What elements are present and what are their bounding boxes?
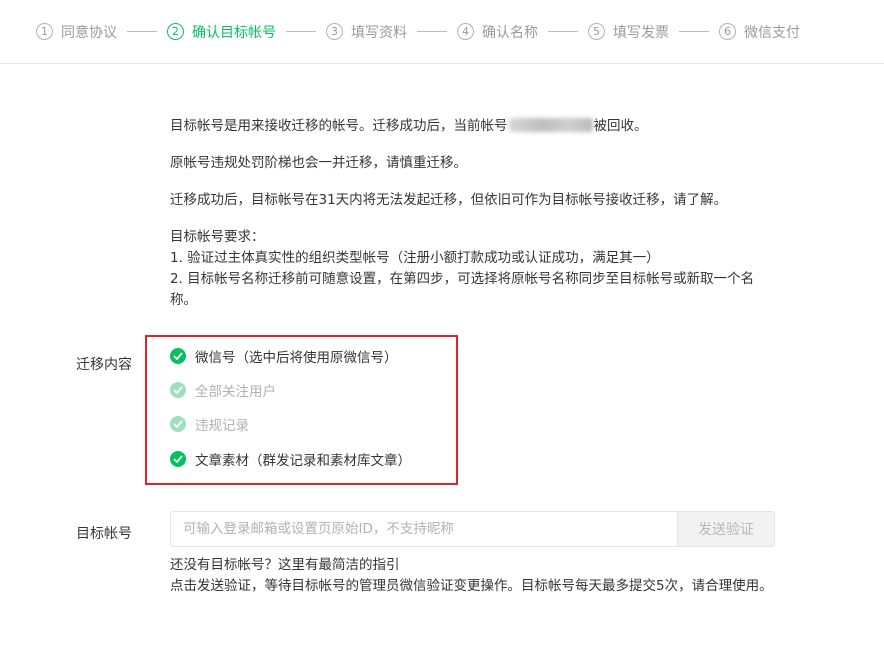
step-3: 3 填写资料	[326, 22, 407, 42]
step-4: 4 确认名称	[457, 22, 538, 42]
check-icon	[170, 382, 186, 398]
step-label: 确认目标帐号	[192, 24, 276, 41]
redacted-account-name	[508, 118, 593, 132]
step-label: 微信支付	[744, 24, 800, 41]
step-divider	[417, 31, 447, 32]
step-divider	[286, 31, 316, 32]
step-label: 填写资料	[351, 24, 407, 41]
requirement-1: 1. 验证过主体真实性的组织类型帐号（注册小额打款成功或认证成功，满足其一）	[170, 250, 660, 266]
check-icon	[170, 348, 186, 364]
step-number: 6	[719, 23, 736, 40]
check-icon	[170, 416, 186, 432]
step-number: 5	[588, 23, 605, 40]
info-paragraph-1: 目标帐号是用来接收迁移的帐号。迁移成功后，当前帐号 被回收。	[170, 118, 648, 134]
step-number: 1	[36, 23, 53, 40]
step-label: 填写发票	[613, 24, 669, 41]
option-label: 违规记录	[195, 418, 249, 434]
step-number: 3	[326, 23, 343, 40]
option-all-followers: 全部关注用户	[170, 380, 276, 400]
target-account-label: 目标帐号	[76, 526, 132, 542]
check-icon	[170, 451, 186, 467]
step-divider	[127, 31, 157, 32]
option-label: 微信号（选中后将使用原微信号）	[195, 350, 398, 366]
step-number: 4	[457, 23, 474, 40]
info-paragraph-2: 原帐号违规处罚阶梯也会一并迁移，请慎重迁移。	[170, 155, 467, 171]
option-violation-records: 违规记录	[170, 414, 249, 434]
progress-steps: 1 同意协议 2 确认目标帐号 3 填写资料 4 确认名称 5 填写发票 6 微…	[0, 0, 884, 64]
help-text: 还没有目标帐号？这里有最简洁的指引 点击发送验证，等待目标帐号的管理员微信验证变…	[170, 555, 780, 597]
requirements-title: 目标帐号要求：	[170, 229, 265, 245]
verification-note: 点击发送验证，等待目标帐号的管理员微信验证变更操作。目标帐号每天最多提交5次，请…	[170, 578, 773, 594]
info-paragraph-3: 迁移成功后，目标帐号在31天内将无法发起迁移，但依旧可作为目标帐号接收迁移，请了…	[170, 192, 728, 208]
step-5: 5 填写发票	[588, 22, 669, 42]
step-label: 确认名称	[482, 24, 538, 41]
option-article-materials[interactable]: 文章素材（群发记录和素材库文章）	[170, 449, 411, 469]
option-label: 全部关注用户	[195, 384, 276, 400]
step-divider	[679, 31, 709, 32]
requirement-2: 2. 目标帐号名称迁移前可随意设置，在第四步，可选择将原帐号名称同步至目标帐号或…	[170, 271, 755, 308]
target-account-input[interactable]	[171, 512, 677, 546]
step-1: 1 同意协议	[36, 22, 117, 42]
step-number: 2	[167, 23, 184, 40]
option-label: 文章素材（群发记录和素材库文章）	[195, 453, 411, 469]
target-account-info: 目标帐号是用来接收迁移的帐号。迁移成功后，当前帐号 被回收。 原帐号违规处罚阶梯也…	[170, 116, 780, 311]
step-2: 2 确认目标帐号	[167, 22, 276, 42]
migrate-content-label: 迁移内容	[76, 357, 132, 373]
send-verification-button[interactable]: 发送验证	[677, 512, 774, 546]
option-wechat-id[interactable]: 微信号（选中后将使用原微信号）	[170, 346, 398, 366]
step-label: 同意协议	[61, 24, 117, 41]
step-divider	[548, 31, 578, 32]
target-account-field: 发送验证	[170, 511, 775, 547]
step-6: 6 微信支付	[719, 22, 800, 42]
guide-link-text: 还没有目标帐号？这里有最简洁的指引	[170, 557, 400, 573]
